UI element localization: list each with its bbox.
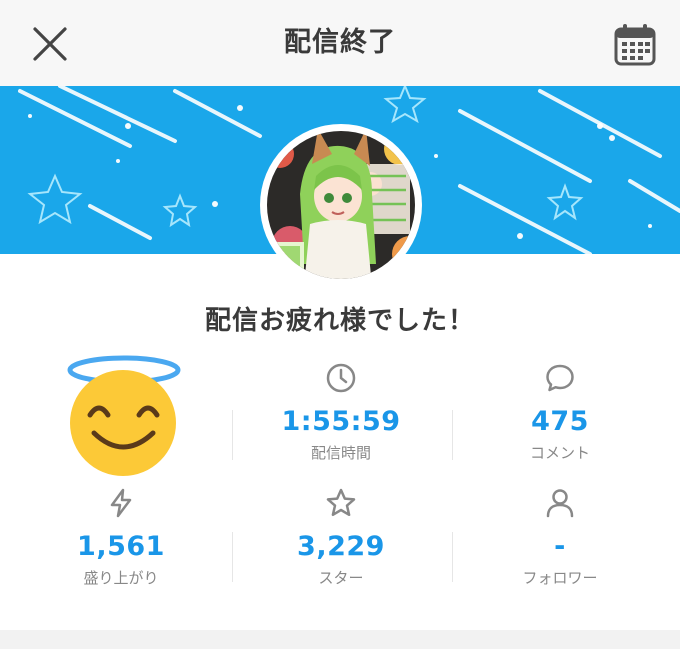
stat-divider <box>232 410 233 460</box>
smiling-face-with-halo-emoji <box>67 355 181 476</box>
speech-bubble-icon <box>546 364 574 392</box>
calendar-icon <box>614 24 656 66</box>
stat-followers-value: - <box>554 531 566 562</box>
stat-followers: - フォロワー <box>447 485 673 587</box>
page-title: 配信終了 <box>284 27 396 58</box>
stat-comments-value: 475 <box>531 406 589 437</box>
app-header: 配信終了 <box>0 0 680 86</box>
stat-comments-label: コメント <box>529 444 590 462</box>
stream-avatar-image <box>261 125 421 285</box>
stat-comments: 475 コメント <box>447 360 673 462</box>
thank-you-message: 配信お疲れ様でした！ <box>204 306 475 336</box>
stat-duration-label: 配信時間 <box>310 444 371 462</box>
stat-stars-value: 3,229 <box>297 531 385 562</box>
stat-stars-label: スター <box>318 569 364 587</box>
lightning-icon <box>110 488 132 518</box>
stat-hype-label: 盛り上がり <box>83 569 159 587</box>
clock-icon <box>326 363 356 393</box>
stat-duration: 1:55:59 配信時間 <box>228 360 454 462</box>
stat-hype-value: 1,561 <box>77 531 165 562</box>
stat-followers-label: フォロワー <box>522 569 598 587</box>
stream-avatar <box>260 124 422 286</box>
stat-divider <box>452 532 453 582</box>
stat-divider <box>232 532 233 582</box>
bottom-separator <box>0 630 680 649</box>
stat-duration-value: 1:55:59 <box>281 406 401 437</box>
stat-divider <box>452 410 453 460</box>
star-icon <box>326 488 356 517</box>
stat-stars: 3,229 スター <box>228 485 454 587</box>
calendar-button[interactable] <box>612 22 658 68</box>
person-icon <box>546 489 574 518</box>
stat-hype: 1,561 盛り上がり <box>8 485 234 587</box>
